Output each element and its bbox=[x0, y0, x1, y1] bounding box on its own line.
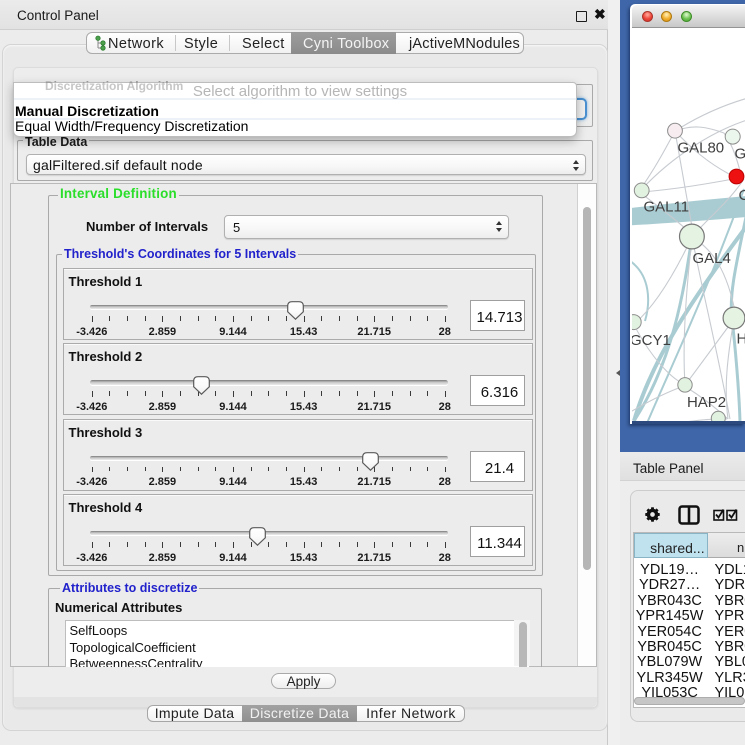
svg-text:GAL80: GAL80 bbox=[677, 139, 724, 156]
svg-text:G.: G. bbox=[734, 145, 745, 162]
svg-text:GCY1: GCY1 bbox=[632, 331, 671, 348]
svg-text:C: C bbox=[738, 187, 745, 204]
svg-text:HAP2: HAP2 bbox=[687, 393, 726, 410]
svg-text:H: H bbox=[736, 330, 745, 347]
svg-text:GAL4: GAL4 bbox=[692, 249, 730, 266]
svg-text:GAL11: GAL11 bbox=[643, 198, 689, 215]
